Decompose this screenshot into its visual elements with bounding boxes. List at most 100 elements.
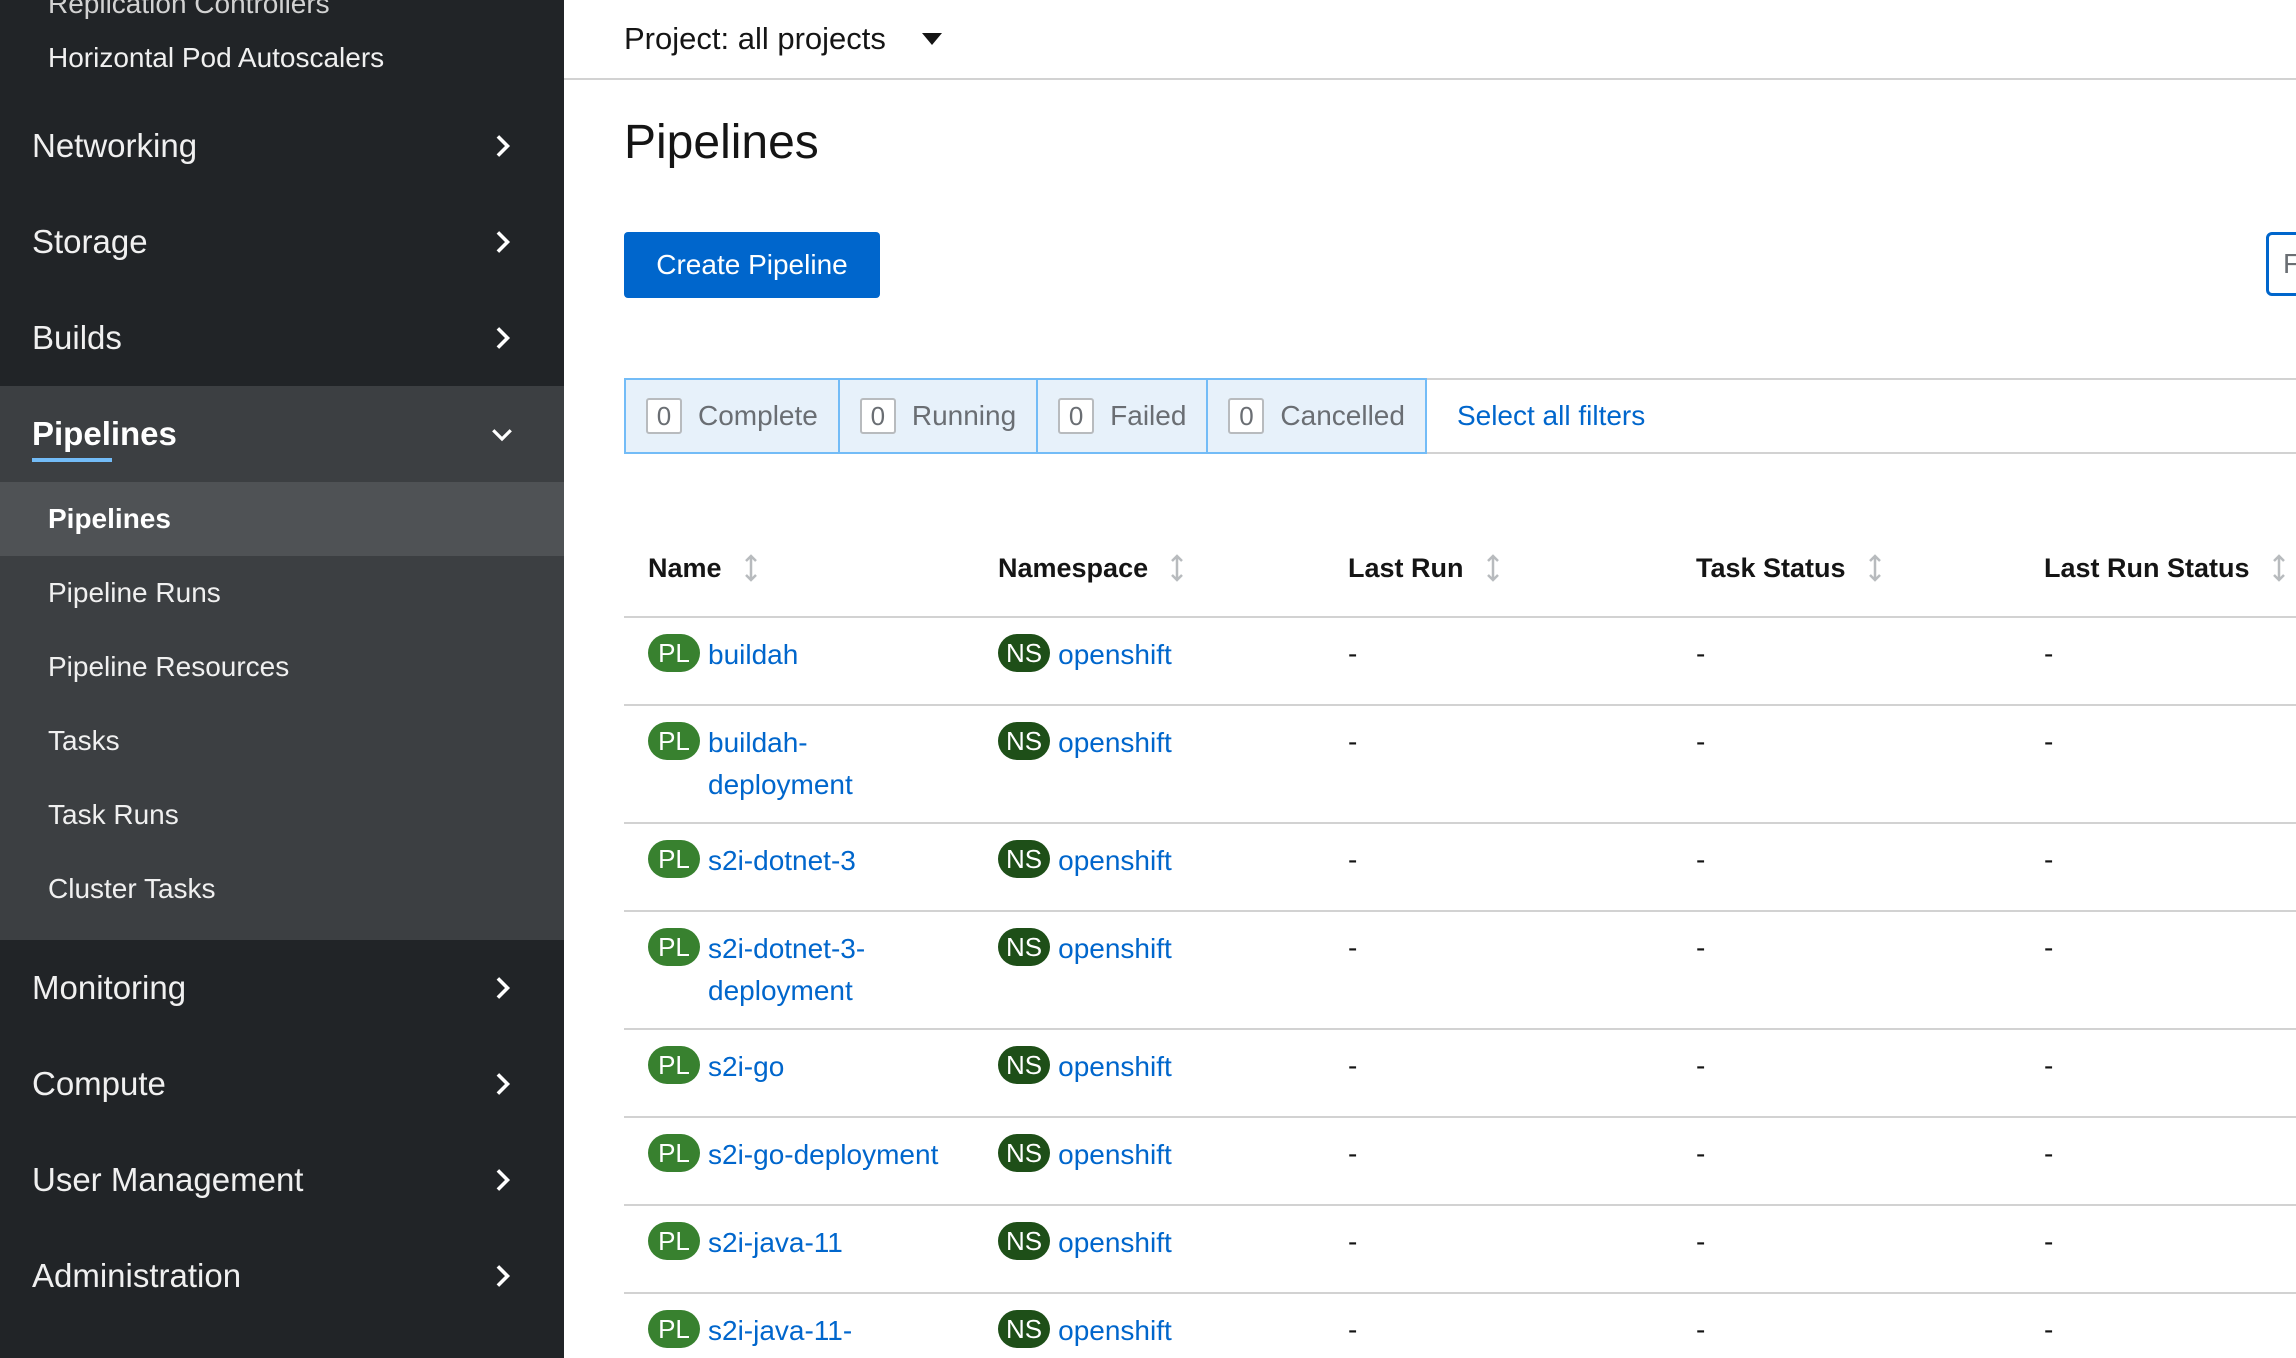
cell-last-run-status: -: [2044, 844, 2054, 875]
cell-task-status: -: [1696, 1050, 1706, 1081]
table-row: PL s2i-java-11 NS openshift - - -: [624, 1206, 2296, 1294]
cell-name: PL buildah: [624, 634, 974, 676]
cell-last-run: -: [1348, 638, 1358, 669]
sort-icon: [2272, 554, 2285, 582]
cell-task-status: -: [1696, 1138, 1706, 1169]
sidebar-item-compute[interactable]: Compute: [0, 1036, 564, 1132]
sidebar-subitem-task-runs[interactable]: Task Runs: [0, 778, 564, 852]
namespace-link[interactable]: openshift: [1058, 1310, 1308, 1352]
pipeline-name-link[interactable]: s2i-java-11-: [708, 1310, 958, 1352]
status-filter-bar: 0 Complete 0 Running 0 Failed 0 Cancelle…: [624, 378, 2296, 454]
filter-count: 0: [646, 398, 682, 434]
sidebar-item-monitoring[interactable]: Monitoring: [0, 940, 564, 1036]
chevron-right-icon: [492, 977, 512, 999]
namespace-badge: NS: [998, 1310, 1051, 1348]
pipeline-badge: PL: [648, 840, 700, 878]
column-header-label: Last Run Status: [2044, 552, 2250, 583]
cell-last-run: -: [1348, 1138, 1358, 1169]
create-pipeline-button[interactable]: Create Pipeline: [624, 232, 880, 298]
filter-chip-complete[interactable]: 0 Complete: [624, 378, 840, 454]
filter-label: Failed: [1110, 400, 1187, 431]
namespace-link[interactable]: openshift: [1058, 1222, 1308, 1264]
namespace-badge: NS: [998, 634, 1051, 672]
cell-last-run-status: -: [2044, 1050, 2054, 1081]
filter-input[interactable]: F: [2266, 232, 2296, 296]
cell-last-run: -: [1348, 932, 1358, 963]
sidebar-item-builds[interactable]: Builds: [0, 290, 564, 386]
namespace-badge: NS: [998, 840, 1051, 878]
namespace-link[interactable]: openshift: [1058, 928, 1308, 970]
column-header-namespace[interactable]: Namespace: [974, 553, 1324, 584]
sidebar-subitem-pipeline-runs[interactable]: Pipeline Runs: [0, 556, 564, 630]
cell-name: PL s2i-go-deployment: [624, 1134, 974, 1176]
cell-last-run: -: [1348, 1050, 1358, 1081]
sidebar-item-user-management[interactable]: User Management: [0, 1132, 564, 1228]
sidebar-item-label: Monitoring: [32, 969, 187, 1006]
sort-icon: [1171, 554, 1183, 582]
cell-name: PL buildah-deployment: [624, 722, 974, 806]
column-header-last-run-status[interactable]: Last Run Status: [2020, 553, 2296, 584]
cell-name: PL s2i-dotnet-3: [624, 840, 974, 882]
table-row: PL s2i-java-11- NS openshift - - -: [624, 1294, 2296, 1358]
chevron-right-icon: [492, 327, 512, 349]
filter-chip-running[interactable]: 0 Running: [837, 378, 1039, 454]
cell-namespace: NS openshift: [974, 1134, 1324, 1176]
sort-icon: [744, 554, 757, 582]
project-selector[interactable]: Project: all projects: [564, 0, 2296, 80]
cell-task-status: -: [1696, 1314, 1706, 1345]
sidebar-item-storage[interactable]: Storage: [0, 194, 564, 290]
column-header-name[interactable]: Name: [624, 553, 974, 584]
column-header-label: Namespace: [998, 552, 1149, 583]
chevron-down-icon: [492, 424, 512, 444]
sidebar-subitem-pipelines[interactable]: Pipelines: [0, 482, 564, 556]
namespace-link[interactable]: openshift: [1058, 634, 1308, 676]
pipeline-name-link[interactable]: s2i-go: [708, 1046, 958, 1088]
pipeline-name-link[interactable]: s2i-dotnet-3-deployment: [708, 928, 898, 1012]
namespace-link[interactable]: openshift: [1058, 840, 1308, 882]
namespace-link[interactable]: openshift: [1058, 1134, 1308, 1176]
select-all-filters-link[interactable]: Select all filters: [1457, 380, 1645, 452]
sidebar-item-label: Pipelines: [32, 415, 177, 452]
table-row: PL buildah-deployment NS openshift - - -: [624, 706, 2296, 824]
sidebar-item-networking[interactable]: Networking: [0, 98, 564, 194]
sidebar-item-pipelines-section[interactable]: Pipelines: [0, 386, 564, 482]
namespace-link[interactable]: openshift: [1058, 722, 1308, 764]
sidebar-item-horizontal-pod-autoscalers[interactable]: Horizontal Pod Autoscalers: [0, 18, 564, 98]
filter-chip-failed[interactable]: 0 Failed: [1036, 378, 1209, 454]
cell-name: PL s2i-java-11-: [624, 1310, 974, 1352]
chevron-right-icon: [492, 1265, 512, 1287]
filter-input-placeholder: F: [2283, 248, 2296, 279]
chevron-right-icon: [492, 231, 512, 253]
sidebar-subitem-cluster-tasks[interactable]: Cluster Tasks: [0, 852, 564, 926]
column-header-task-status[interactable]: Task Status: [1672, 553, 2020, 584]
pipeline-badge: PL: [648, 1134, 700, 1172]
pipeline-name-link[interactable]: s2i-go-deployment: [708, 1134, 974, 1176]
cell-namespace: NS openshift: [974, 1222, 1324, 1264]
pipelines-table: Name Namespace Last Run Task Status Last…: [624, 520, 2296, 1358]
pipeline-name-link[interactable]: buildah-deployment: [708, 722, 878, 806]
column-header-last-run[interactable]: Last Run: [1324, 553, 1672, 584]
cell-last-run-status: -: [2044, 932, 2054, 963]
namespace-link[interactable]: openshift: [1058, 1046, 1308, 1088]
filter-chip-cancelled[interactable]: 0 Cancelled: [1206, 378, 1427, 454]
sidebar-item-label: Builds: [32, 319, 122, 356]
pipeline-badge: PL: [648, 634, 700, 672]
filter-label: Cancelled: [1280, 400, 1405, 431]
sidebar-subitem-pipeline-resources[interactable]: Pipeline Resources: [0, 630, 564, 704]
cell-name: PL s2i-dotnet-3-deployment: [624, 928, 974, 1012]
cell-last-run: -: [1348, 726, 1358, 757]
filter-count: 0: [1228, 398, 1265, 434]
table-row: PL s2i-go-deployment NS openshift - - -: [624, 1118, 2296, 1206]
pipeline-name-link[interactable]: s2i-java-11: [708, 1222, 958, 1264]
sidebar-item-replication-controllers[interactable]: Replication Controllers: [0, 0, 564, 19]
chevron-right-icon: [492, 1169, 512, 1191]
cell-task-status: -: [1696, 638, 1706, 669]
pipeline-name-link[interactable]: s2i-dotnet-3: [708, 840, 958, 882]
sidebar-subitem-tasks[interactable]: Tasks: [0, 704, 564, 778]
sidebar-item-label: Storage: [32, 223, 148, 260]
cell-last-run-status: -: [2044, 1226, 2054, 1257]
pipeline-name-link[interactable]: buildah: [708, 634, 958, 676]
cell-namespace: NS openshift: [974, 840, 1324, 882]
namespace-badge: NS: [998, 1046, 1051, 1084]
sidebar-item-administration[interactable]: Administration: [0, 1228, 564, 1324]
